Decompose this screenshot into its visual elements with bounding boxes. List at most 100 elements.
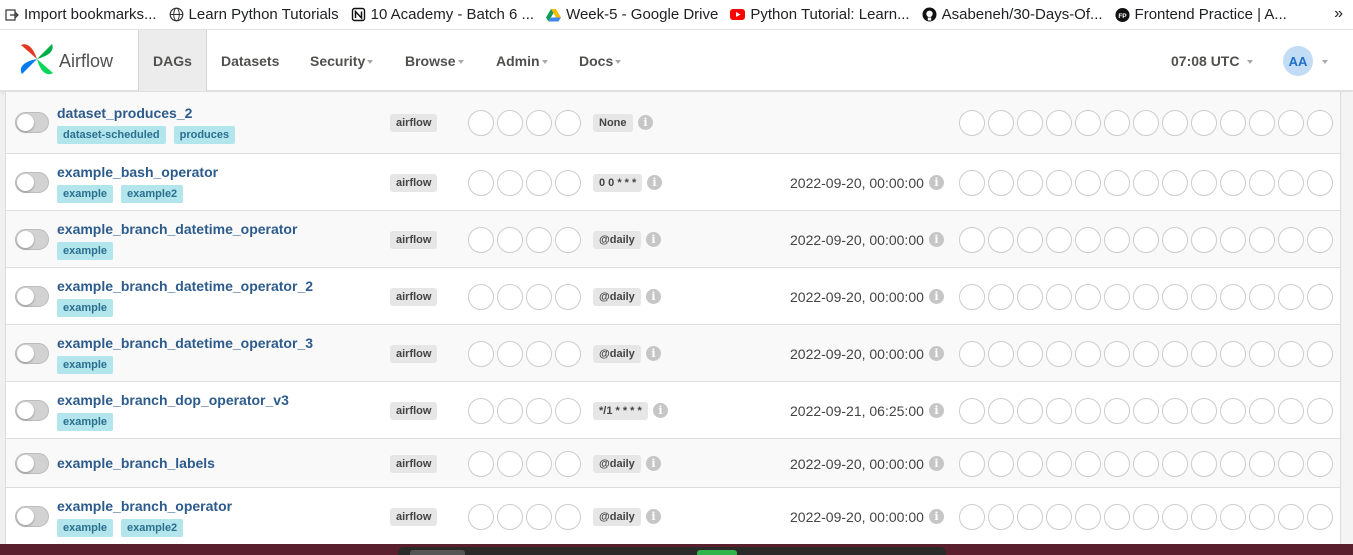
task-status-circle[interactable] (1133, 170, 1159, 196)
task-status-circle[interactable] (1307, 398, 1333, 424)
task-status-circle[interactable] (959, 451, 985, 477)
task-status-circle[interactable] (1307, 110, 1333, 136)
run-status-circle[interactable] (497, 504, 523, 530)
task-status-circle[interactable] (1017, 110, 1043, 136)
task-status-circle[interactable] (1162, 398, 1188, 424)
task-status-circle[interactable] (959, 504, 985, 530)
task-status-circle[interactable] (988, 341, 1014, 367)
run-status-circle[interactable] (468, 451, 494, 477)
bookmark-python-tutorial[interactable]: Python Tutorial: Learn... (730, 6, 910, 23)
nav-datasets[interactable]: Datasets (221, 30, 279, 91)
task-status-circle[interactable] (1017, 451, 1043, 477)
task-status-circle[interactable] (1075, 110, 1101, 136)
run-status-circle[interactable] (468, 504, 494, 530)
dag-owner-badge[interactable]: airflow (390, 508, 438, 526)
dag-schedule-badge[interactable]: @daily (593, 288, 641, 306)
task-status-circle[interactable] (1046, 110, 1072, 136)
run-status-circle[interactable] (526, 341, 552, 367)
task-status-circle[interactable] (959, 341, 985, 367)
run-status-circle[interactable] (497, 398, 523, 424)
task-status-circle[interactable] (1307, 284, 1333, 310)
dag-owner-badge[interactable]: airflow (390, 345, 438, 363)
run-status-circle[interactable] (497, 284, 523, 310)
task-status-circle[interactable] (988, 504, 1014, 530)
schedule-info-icon[interactable]: i (646, 346, 661, 361)
run-status-circle[interactable] (555, 227, 581, 253)
dag-name-link[interactable]: example_branch_datetime_operator_2 (57, 278, 313, 294)
dag-name-link[interactable]: example_branch_datetime_operator_3 (57, 335, 313, 351)
task-status-circle[interactable] (1162, 451, 1188, 477)
task-status-circle[interactable] (988, 227, 1014, 253)
task-status-circle[interactable] (1075, 504, 1101, 530)
task-status-circle[interactable] (1278, 170, 1304, 196)
bookmark-github[interactable]: Asabeneh/30-Days-Of... (922, 6, 1103, 23)
task-status-circle[interactable] (1046, 341, 1072, 367)
run-status-circle[interactable] (526, 170, 552, 196)
task-status-circle[interactable] (988, 170, 1014, 196)
task-status-circle[interactable] (1220, 170, 1246, 196)
task-status-circle[interactable] (1104, 398, 1130, 424)
task-status-circle[interactable] (1075, 341, 1101, 367)
task-status-circle[interactable] (1133, 451, 1159, 477)
run-status-circle[interactable] (468, 227, 494, 253)
task-status-circle[interactable] (1307, 170, 1333, 196)
run-status-circle[interactable] (526, 284, 552, 310)
run-status-circle[interactable] (526, 227, 552, 253)
bookmark-10-academy[interactable]: 10 Academy - Batch 6 ... (351, 6, 534, 23)
dag-name-link[interactable]: example_bash_operator (57, 164, 218, 180)
schedule-info-icon[interactable]: i (653, 403, 668, 418)
task-status-circle[interactable] (1046, 398, 1072, 424)
run-status-circle[interactable] (555, 110, 581, 136)
task-status-circle[interactable] (1046, 504, 1072, 530)
schedule-info-icon[interactable]: i (646, 509, 661, 524)
task-status-circle[interactable] (988, 451, 1014, 477)
next-run-info-icon[interactable]: i (929, 175, 944, 190)
task-status-circle[interactable] (1104, 284, 1130, 310)
dag-name-link[interactable]: example_branch_datetime_operator (57, 221, 297, 237)
user-avatar[interactable]: AA (1283, 46, 1313, 76)
nav-dags[interactable]: DAGs (138, 30, 207, 91)
run-status-circle[interactable] (526, 504, 552, 530)
schedule-info-icon[interactable]: i (646, 456, 661, 471)
task-status-circle[interactable] (988, 398, 1014, 424)
task-status-circle[interactable] (1046, 451, 1072, 477)
next-run-info-icon[interactable]: i (929, 232, 944, 247)
dag-owner-badge[interactable]: airflow (390, 231, 438, 249)
taskbar-app-indicator[interactable] (410, 550, 465, 555)
task-status-circle[interactable] (1278, 398, 1304, 424)
nav-admin[interactable]: Admin (496, 30, 548, 91)
nav-security[interactable]: Security (310, 30, 374, 91)
task-status-circle[interactable] (1133, 110, 1159, 136)
dag-tag[interactable]: example2 (121, 185, 184, 203)
dag-tag[interactable]: produces (173, 126, 236, 144)
task-status-circle[interactable] (1278, 227, 1304, 253)
run-status-circle[interactable] (555, 284, 581, 310)
schedule-info-icon[interactable]: i (647, 175, 662, 190)
dag-owner-badge[interactable]: airflow (390, 114, 438, 132)
dag-pause-toggle[interactable] (15, 400, 49, 421)
next-run-info-icon[interactable]: i (929, 403, 944, 418)
task-status-circle[interactable] (1162, 341, 1188, 367)
task-status-circle[interactable] (1220, 451, 1246, 477)
task-status-circle[interactable] (1017, 398, 1043, 424)
task-status-circle[interactable] (1162, 110, 1188, 136)
task-status-circle[interactable] (1191, 284, 1217, 310)
run-status-circle[interactable] (497, 451, 523, 477)
task-status-circle[interactable] (1220, 227, 1246, 253)
task-status-circle[interactable] (1104, 341, 1130, 367)
next-run-info-icon[interactable]: i (929, 346, 944, 361)
task-status-circle[interactable] (1017, 504, 1043, 530)
task-status-circle[interactable] (1249, 398, 1275, 424)
task-status-circle[interactable] (1191, 504, 1217, 530)
task-status-circle[interactable] (1278, 504, 1304, 530)
task-status-circle[interactable] (1278, 110, 1304, 136)
bookmark-import[interactable]: Import bookmarks... (4, 6, 157, 23)
task-status-circle[interactable] (1104, 451, 1130, 477)
task-status-circle[interactable] (1133, 504, 1159, 530)
next-run-info-icon[interactable]: i (929, 289, 944, 304)
run-status-circle[interactable] (468, 170, 494, 196)
dag-tag[interactable]: example (57, 185, 114, 203)
task-status-circle[interactable] (959, 398, 985, 424)
task-status-circle[interactable] (959, 170, 985, 196)
airflow-brand[interactable]: Airflow (18, 40, 113, 83)
